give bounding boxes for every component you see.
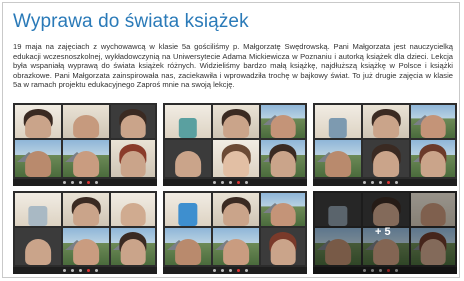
gallery-photo-1[interactable] (13, 103, 157, 186)
gallery-photo-6[interactable]: + 5 (313, 191, 457, 274)
meeting-toolbar (163, 179, 307, 186)
video-tile (213, 193, 259, 226)
video-tile (111, 228, 155, 265)
video-tile (363, 105, 409, 138)
more-photos-count: + 5 (375, 226, 391, 238)
meeting-toolbar (13, 179, 157, 186)
video-tile (63, 193, 109, 226)
video-tile (63, 105, 109, 138)
video-tile (165, 228, 211, 265)
meeting-toolbar (313, 179, 457, 186)
video-tile (213, 228, 259, 265)
gallery-photo-2[interactable] (163, 103, 307, 186)
video-tile (165, 193, 211, 226)
video-tile (111, 140, 155, 177)
video-tile (261, 140, 305, 177)
video-tile (111, 105, 155, 138)
article-title: Wyprawa do świata książek (13, 11, 249, 32)
article-paragraph: 19 maja na zajęciach z wychowawcą w klas… (13, 42, 453, 90)
video-tile (165, 140, 211, 177)
video-tile (63, 140, 109, 177)
video-tile (261, 228, 305, 265)
gallery-photo-5[interactable] (163, 191, 307, 274)
video-tile (165, 105, 211, 138)
video-tile (213, 105, 259, 138)
video-tile (111, 193, 155, 226)
gallery-photo-3[interactable] (313, 103, 457, 186)
video-tile (261, 105, 305, 138)
gallery-photo-4[interactable] (13, 191, 157, 274)
video-tile (363, 140, 409, 177)
video-tile (411, 140, 455, 177)
video-tile (63, 228, 109, 265)
photo-gallery: + 5 (13, 103, 457, 275)
meeting-toolbar (13, 267, 157, 274)
article-frame: Wyprawa do świata książek 19 maja na zaj… (2, 2, 460, 278)
video-tile (15, 105, 61, 138)
video-tile (15, 193, 61, 226)
video-tile (411, 105, 455, 138)
video-tile (315, 140, 361, 177)
video-tile (15, 228, 61, 265)
video-tile (15, 140, 61, 177)
video-tile (213, 140, 259, 177)
meeting-toolbar (163, 267, 307, 274)
video-tile (261, 193, 305, 226)
video-tile (315, 105, 361, 138)
